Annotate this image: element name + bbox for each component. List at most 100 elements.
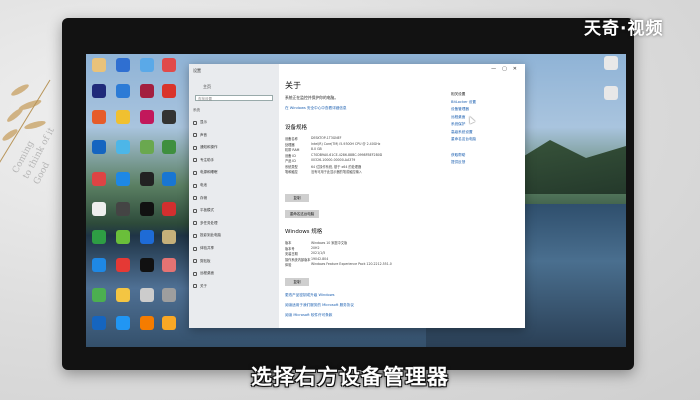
nav-item-icon	[193, 158, 197, 163]
nav-item[interactable]: 投影到此电脑	[193, 233, 221, 238]
copy-device-spec-button[interactable]: 复制	[285, 194, 309, 202]
nav-item[interactable]: 电池	[193, 183, 207, 188]
desktop-app-icon[interactable]	[162, 258, 176, 272]
nav-item-icon	[193, 170, 197, 175]
nav-item-label: 显示	[200, 120, 207, 124]
desktop-app-icon[interactable]	[116, 172, 130, 186]
desktop-app-icon[interactable]	[140, 110, 154, 124]
advanced-system-link[interactable]: 高级系统设置	[451, 130, 521, 138]
desktop-app-icon[interactable]	[140, 230, 154, 244]
spec-key: 笔和触控	[285, 170, 298, 174]
system-protection-link[interactable]: 系统保护	[451, 122, 521, 130]
desktop-app-icon[interactable]	[140, 84, 154, 98]
nav-item-icon	[193, 284, 197, 289]
nav-item-label: 存储	[200, 195, 207, 200]
desktop-app-icon[interactable]	[162, 202, 176, 216]
spec-row: 笔和触控 没有可用于此显示器的笔或触控输入	[285, 169, 382, 175]
nav-item-icon	[193, 246, 197, 251]
desktop-app-icon[interactable]	[92, 288, 106, 302]
remote-desktop-link[interactable]: 远程桌面	[451, 115, 521, 123]
nav-item-label: 投影到此电脑	[200, 233, 221, 238]
nav-item-label: 声音	[200, 132, 207, 137]
nav-item[interactable]: 显示	[193, 120, 207, 125]
desktop-app-icon[interactable]	[140, 172, 154, 186]
rename-pc-button[interactable]: 重命名这台电脑	[285, 210, 319, 218]
nav-group-title: 系统	[193, 108, 200, 112]
feedback-link[interactable]: 提供反馈	[451, 160, 521, 168]
nav-item-label: 电池	[200, 183, 207, 187]
desktop-app-icon[interactable]	[140, 288, 154, 302]
get-help-link[interactable]: 获取帮助	[451, 153, 521, 161]
related-settings-title: 相关设置	[451, 92, 466, 96]
nav-item-label: 体验共享	[200, 246, 214, 250]
desktop-app-icon[interactable]	[92, 110, 106, 124]
nav-item[interactable]: 电源和睡眠	[193, 170, 218, 175]
desktop-app-icon[interactable]	[116, 230, 130, 244]
desktop-app-icon[interactable]	[116, 110, 130, 124]
desktop-app-icon[interactable]	[116, 288, 130, 302]
nav-item-icon	[193, 208, 197, 213]
desktop-app-icon[interactable]	[162, 316, 176, 330]
nav-item-label: 远程桌面	[200, 271, 214, 276]
window-controls[interactable]: —▢✕	[491, 66, 523, 72]
desktop-app-icon[interactable]	[162, 84, 176, 98]
nav-item-icon	[193, 196, 197, 201]
desktop-app-icon[interactable]	[162, 58, 176, 72]
desktop-app-icon[interactable]	[162, 172, 176, 186]
nav-item[interactable]: 专注助手	[193, 158, 214, 163]
nav-item[interactable]: 平板模式	[193, 208, 214, 213]
desktop-app-icon[interactable]	[92, 202, 106, 216]
nav-item[interactable]: 体验共享	[193, 246, 214, 251]
desktop-app-icon[interactable]	[92, 316, 106, 330]
subtitle-caption: 选择右方设备管理器	[251, 365, 449, 389]
desktop-app-icon[interactable]	[92, 58, 106, 72]
nav-item[interactable]: 剪贴板	[193, 259, 211, 264]
desktop-app-icon[interactable]	[92, 230, 106, 244]
nav-item[interactable]: 多任务处理	[193, 221, 218, 226]
nav-item[interactable]: 声音	[193, 133, 207, 138]
desktop-app-icon[interactable]	[162, 230, 176, 244]
nav-item[interactable]: 通知和操作	[193, 145, 218, 150]
about-main-pane: 关于 系统正在监控并保护你的电脑。 在 Windows 安全中心中查看详细信息 …	[285, 64, 445, 328]
device-spec-table: 设备名称 DESKTOP-1T3GNEF 处理器 Intel(R) Core(TM) …	[285, 136, 382, 175]
desktop-app-icon[interactable]	[92, 172, 106, 186]
desktop-app-icon[interactable]	[116, 140, 130, 154]
recycle-bin-icon[interactable]	[604, 56, 618, 70]
nav-home[interactable]: 主页	[203, 84, 211, 90]
nav-item-label: 多任务处理	[200, 220, 218, 225]
desktop-app-icon[interactable]	[162, 110, 176, 124]
desktop-app-icon[interactable]	[116, 258, 130, 272]
license-terms-link[interactable]: 阅读 Microsoft 软件许可条款	[285, 313, 332, 318]
change-product-key-link[interactable]: 更改产品密钥或升级 Windows	[285, 293, 335, 298]
nav-item[interactable]: 远程桌面	[193, 271, 214, 276]
desktop-app-icon[interactable]	[92, 140, 106, 154]
bitlocker-link[interactable]: BitLocker 设置	[451, 100, 521, 108]
copy-windows-spec-button[interactable]: 复制	[285, 278, 309, 286]
desktop-app-icon[interactable]	[116, 316, 130, 330]
nav-item-label: 剪贴板	[200, 258, 211, 263]
desktop-file-icon[interactable]	[604, 86, 618, 100]
desktop-app-icon[interactable]	[162, 288, 176, 302]
nav-item-label: 平板模式	[200, 208, 214, 213]
desktop-app-icon[interactable]	[116, 202, 130, 216]
desktop-app-icon[interactable]	[140, 202, 154, 216]
service-agreement-link[interactable]: 阅读适用于我们服务的 Microsoft 服务协议	[285, 303, 354, 308]
related-settings-pane: 相关设置 BitLocker 设置 设备管理器 远程桌面 系统保护 高级系统设置…	[451, 92, 521, 168]
desktop-app-icon[interactable]	[140, 58, 154, 72]
nav-item[interactable]: 关于	[193, 284, 207, 289]
desktop-app-icon[interactable]	[140, 140, 154, 154]
desktop-app-icon[interactable]	[92, 258, 106, 272]
desktop-app-icon[interactable]	[116, 58, 130, 72]
page-title: 关于	[285, 81, 301, 90]
rename-pc-link[interactable]: 重命名这台电脑	[451, 137, 521, 145]
desktop-app-icon[interactable]	[116, 84, 130, 98]
desktop-app-icon[interactable]	[140, 258, 154, 272]
device-manager-link[interactable]: 设备管理器	[451, 107, 521, 115]
desktop-app-icon[interactable]	[92, 84, 106, 98]
nav-item-icon	[193, 120, 197, 125]
nav-item[interactable]: 存储	[193, 196, 207, 201]
security-center-link[interactable]: 在 Windows 安全中心中查看详细信息	[285, 106, 346, 111]
desktop-app-icon[interactable]	[162, 140, 176, 154]
desktop-app-icon[interactable]	[140, 316, 154, 330]
settings-search-input[interactable]: 查找设置	[195, 95, 273, 101]
